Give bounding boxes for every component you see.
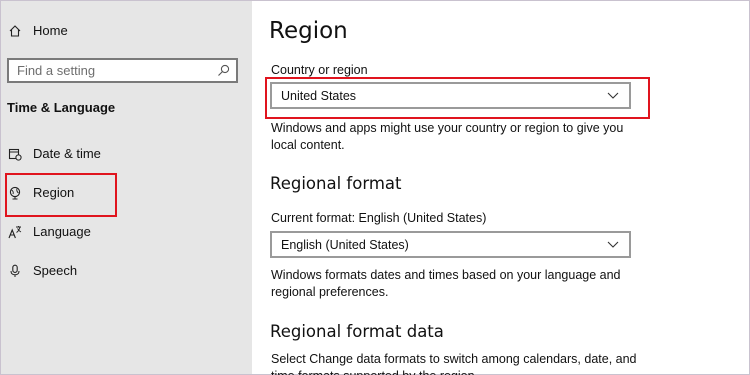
- sidebar-item-speech[interactable]: Speech: [8, 263, 77, 278]
- sidebar-item-date-time[interactable]: Date & time: [8, 146, 101, 161]
- main-panel: Region Country or region United States W…: [252, 1, 749, 375]
- current-format-label: Current format: English (United States): [271, 211, 487, 225]
- page-title: Region: [269, 18, 348, 44]
- regional-format-heading: Regional format: [270, 174, 402, 193]
- region-highlight-box: [5, 173, 117, 217]
- regional-format-dropdown[interactable]: English (United States): [270, 231, 631, 258]
- regional-format-data-description: Select Change data formats to switch amo…: [271, 352, 637, 375]
- sidebar-item-language[interactable]: Language: [8, 224, 91, 239]
- sidebar-item-label: Home: [33, 23, 68, 38]
- search-icon[interactable]: [217, 64, 230, 77]
- calendar-clock-icon: [8, 147, 22, 161]
- search-input[interactable]: [9, 60, 209, 81]
- sidebar-item-home[interactable]: Home: [8, 23, 68, 38]
- sidebar: Home Time & Language Date & time Region …: [1, 1, 252, 374]
- regional-format-value: English (United States): [281, 237, 409, 252]
- language-icon: [8, 225, 22, 239]
- sidebar-item-label: Speech: [33, 263, 78, 278]
- country-highlight-box: [265, 77, 650, 119]
- section-title: Time & Language: [7, 100, 116, 115]
- sidebar-item-label: Language: [33, 224, 91, 239]
- country-description: Windows and apps might use your country …: [271, 121, 624, 152]
- regional-format-description: Windows formats dates and times based on…: [271, 268, 621, 299]
- country-label: Country or region: [271, 63, 368, 77]
- sidebar-item-label: Date & time: [33, 146, 101, 161]
- regional-format-data-heading: Regional format data: [270, 322, 444, 341]
- microphone-icon: [8, 264, 22, 278]
- chevron-down-icon: [607, 238, 619, 250]
- search-box[interactable]: [7, 58, 238, 83]
- home-icon: [8, 24, 22, 38]
